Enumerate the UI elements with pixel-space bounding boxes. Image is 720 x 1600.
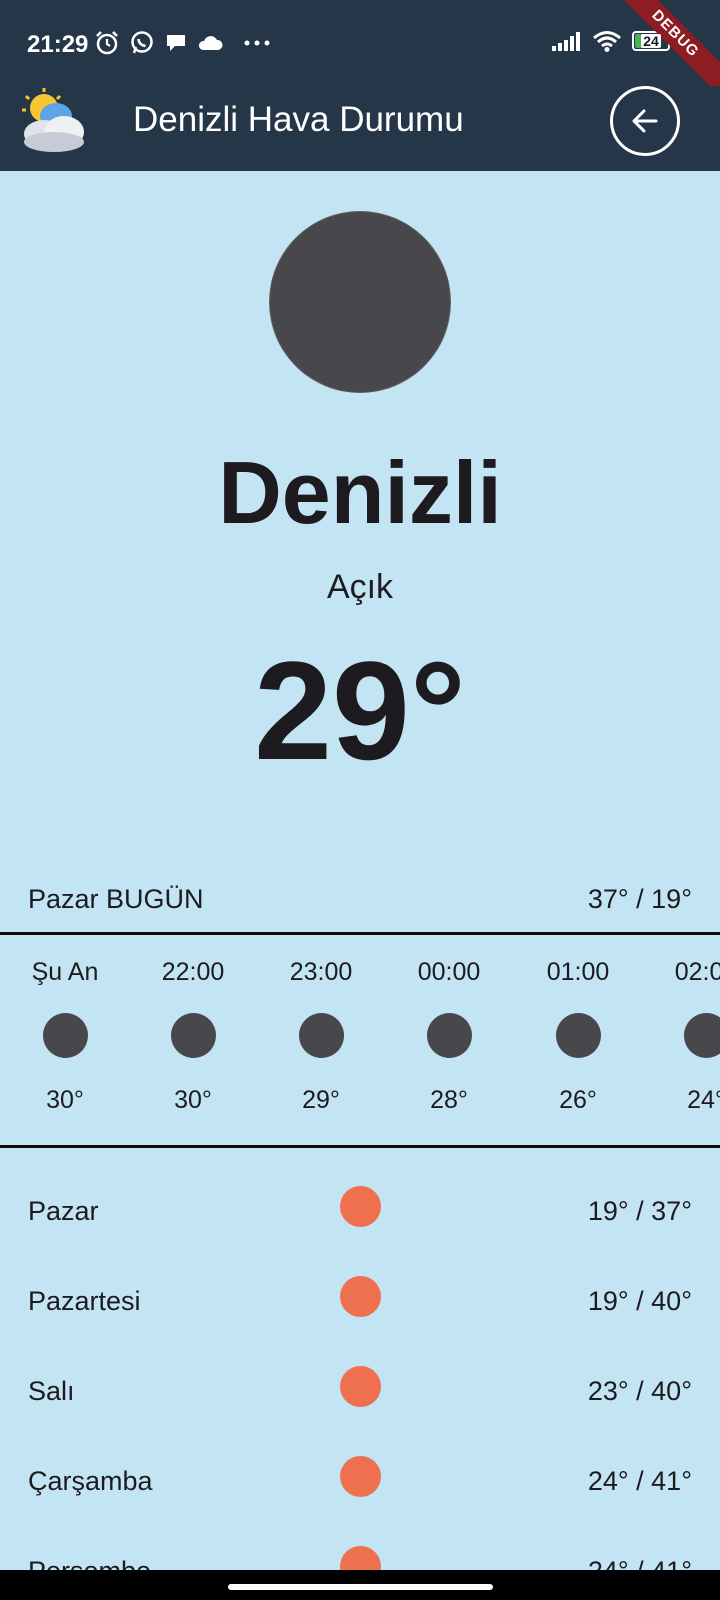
- hour-temp: 29°: [302, 1086, 340, 1114]
- hourly-forecast[interactable]: Şu An 30° 22:00 30° 23:00 29° 00:00 28° …: [0, 934, 720, 1144]
- app-bar: Denizli Hava Durumu: [0, 86, 720, 171]
- sunny-icon: [340, 1456, 381, 1497]
- hour-time: 01:00: [546, 958, 610, 986]
- home-gesture-handle[interactable]: [228, 1584, 493, 1590]
- partly-cloudy-logo-icon: [22, 88, 84, 152]
- hour-weather-icon: [683, 1013, 720, 1058]
- today-range: 37° / 19°: [587, 884, 692, 914]
- day-temps: 19° / 40°: [587, 1286, 692, 1316]
- current-temperature: 29°: [254, 632, 466, 789]
- day-name: Pazartesi: [28, 1286, 141, 1316]
- hourly-item: 22:00 30°: [128, 958, 258, 1115]
- hour-temp: 24°: [687, 1086, 720, 1114]
- notification-icons: [94, 30, 270, 56]
- day-name: Pazar: [28, 1196, 99, 1226]
- day-temps: 23° / 40°: [587, 1376, 692, 1406]
- city-name: Denizli: [218, 443, 502, 542]
- hour-temp: 26°: [559, 1086, 597, 1114]
- chat-bubble-icon: [167, 35, 185, 51]
- sunny-icon: [340, 1366, 381, 1407]
- hour-weather-icon: [170, 1013, 216, 1058]
- more-dots-icon: [244, 40, 270, 46]
- hour-weather-icon: [426, 1013, 472, 1058]
- daily-row[interactable]: Pazar 19° / 37°: [28, 1186, 692, 1236]
- arrow-back-icon: [632, 109, 658, 133]
- hour-time: 02:00: [674, 958, 720, 986]
- signal-icon: [552, 32, 580, 51]
- navigation-bar: [0, 1570, 720, 1600]
- today-summary: Pazar BUGÜN 37° / 19°: [28, 884, 692, 915]
- weather-condition: Açık: [326, 568, 394, 606]
- hour-temp: 28°: [430, 1086, 468, 1114]
- hour-time: 23:00: [289, 958, 353, 986]
- hour-weather-icon: [298, 1013, 344, 1058]
- hour-time: 00:00: [417, 958, 481, 986]
- battery-level: 24: [641, 33, 661, 49]
- daily-row[interactable]: Pazartesi 19° / 40°: [28, 1276, 692, 1326]
- hourly-item: 01:00 26°: [513, 958, 643, 1115]
- daily-row[interactable]: Salı 23° / 40°: [28, 1366, 692, 1416]
- hourly-item: 02:00 24°: [641, 958, 720, 1115]
- whatsapp-icon: [131, 31, 153, 54]
- hourly-item: Şu An 30°: [0, 958, 130, 1115]
- divider: [0, 1145, 720, 1148]
- current-weather-icon: [270, 212, 450, 392]
- hour-time: 22:00: [161, 958, 225, 986]
- sunny-icon: [340, 1276, 381, 1317]
- day-temps: 24° / 41°: [587, 1466, 692, 1496]
- today-label: Pazar BUGÜN: [28, 884, 204, 914]
- app-title: Denizli Hava Durumu: [133, 100, 464, 139]
- system-icons: 24: [552, 30, 674, 52]
- day-name: Salı: [28, 1376, 75, 1406]
- hourly-item: 00:00 28°: [384, 958, 514, 1115]
- hourly-item: 23:00 29°: [256, 958, 386, 1115]
- daily-row[interactable]: Çarşamba 24° / 41°: [28, 1456, 692, 1506]
- alarm-icon: [96, 31, 118, 55]
- hour-temp: 30°: [174, 1086, 212, 1114]
- hour-weather-icon: [555, 1013, 601, 1058]
- hour-time: Şu An: [31, 958, 99, 986]
- hour-weather-icon: [42, 1013, 88, 1058]
- day-temps: 19° / 37°: [587, 1196, 692, 1226]
- status-bar: 21:29 24 DEBUG: [0, 0, 720, 96]
- cloud-icon: [198, 36, 223, 50]
- back-button[interactable]: [610, 86, 680, 156]
- status-time: 21:29: [27, 31, 89, 58]
- day-name: Çarşamba: [28, 1466, 153, 1496]
- sunny-icon: [340, 1186, 381, 1227]
- wifi-icon: [593, 31, 621, 52]
- hour-temp: 30°: [46, 1086, 84, 1114]
